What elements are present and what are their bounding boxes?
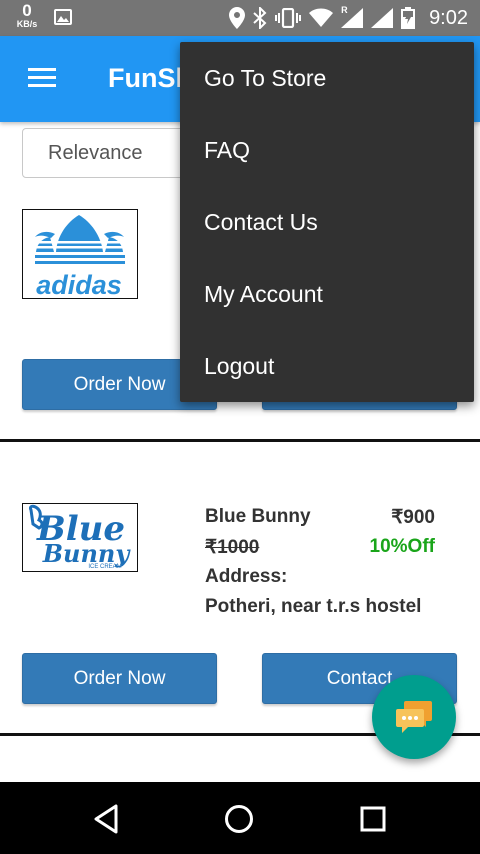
navigation-bar [0,782,480,854]
original-price: ₹1000 [205,537,260,558]
adidas-logo-text: adidas [36,270,122,297]
store-address: Potheri, near t.r.s hostel [205,596,422,617]
logo-subtitle: ICE CREAM [88,564,121,570]
menu-item-go-to-store[interactable]: Go To Store [180,42,474,114]
battery-icon [401,7,416,29]
image-icon [54,9,72,25]
network-speed: 0 KB/s [12,2,42,29]
menu-item-faq[interactable]: FAQ [180,114,474,186]
store-logo-adidas[interactable]: adidas [22,209,138,299]
roaming-label: R [341,5,348,15]
signal-icon [371,8,394,28]
menu-item-contact-us[interactable]: Contact Us [180,186,474,258]
speed-value: 0 [22,1,32,20]
signal-icon: R [341,5,364,28]
wifi-icon [309,8,334,27]
overflow-menu: Go To Store FAQ Contact Us My Account Lo… [180,42,474,402]
chat-icon [396,701,432,733]
address-label: Address: [205,566,288,587]
status-bar: 0 KB/s R 9:02 [0,0,480,36]
back-icon[interactable] [90,802,124,836]
chat-fab[interactable] [372,675,456,759]
store-name: Blue Bunny [205,506,311,527]
vibrate-icon [275,8,302,28]
discount-badge: 10%Off [369,536,435,557]
clock: 9:02 [429,6,468,29]
menu-icon[interactable] [28,68,56,88]
location-icon [229,7,246,29]
menu-item-my-account[interactable]: My Account [180,258,474,330]
menu-item-logout[interactable]: Logout [180,330,474,402]
order-now-button[interactable]: Order Now [22,653,217,704]
speed-unit: KB/s [16,19,38,29]
bluetooth-icon [253,7,267,29]
store-logo-blue-bunny[interactable]: Blue Bunny ICE CREAM [22,503,138,572]
card-divider [0,439,480,442]
recents-icon[interactable] [356,802,390,836]
home-icon[interactable] [222,802,256,836]
store-price: ₹900 [391,507,435,528]
